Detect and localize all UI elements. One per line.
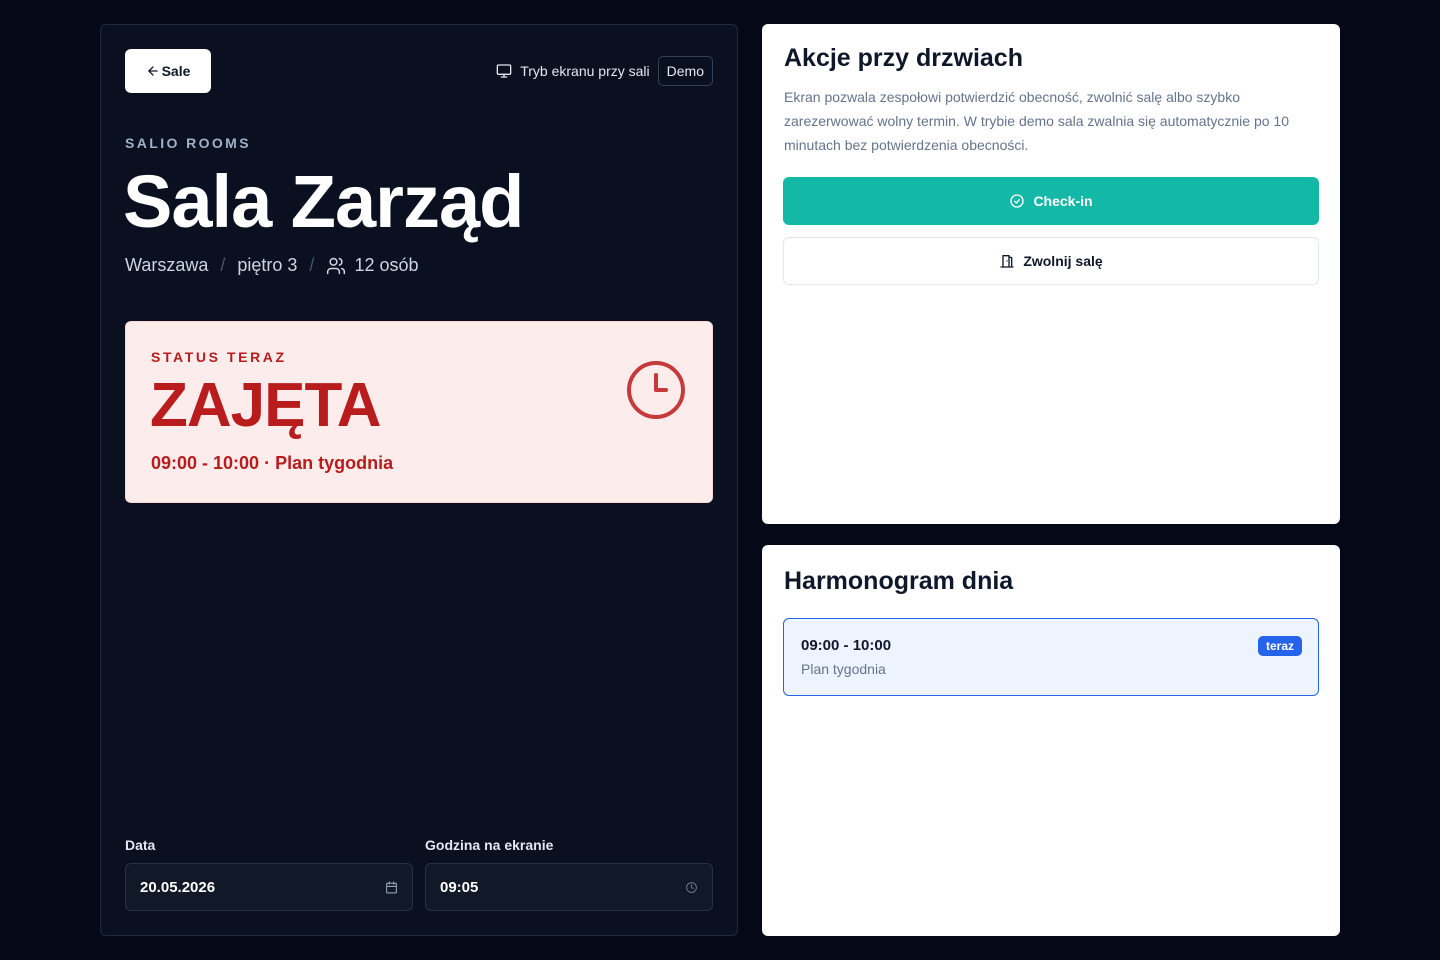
status-value: ZAJĘTA	[150, 371, 382, 440]
room-floor: piętro 3	[237, 255, 298, 275]
date-input[interactable]: 20.05.2026	[125, 863, 413, 911]
door-actions-card: Akcje przy drzwiach Ekran pozwala zespoł…	[762, 24, 1340, 524]
release-room-button[interactable]: Zwolnij salę	[783, 237, 1319, 285]
check-in-label: Check-in	[1033, 193, 1093, 209]
release-room-label: Zwolnij salę	[1023, 253, 1103, 269]
status-detail: 09:00 - 10:00 · Plan tygodnia	[151, 453, 394, 473]
actions-title: Akcje przy drzwiach	[784, 44, 1023, 72]
date-value: 20.05.2026	[140, 878, 216, 896]
door-display-page: Sale Tryb ekranu przy sali Demo SALIO RO…	[0, 0, 1440, 960]
schedule-card: Harmonogram dnia 09:00 - 10:00 Plan tygo…	[762, 545, 1340, 936]
time-value: 09:05	[440, 878, 479, 896]
meta-separator: /	[309, 255, 315, 275]
room-title: Sala Zarząd	[123, 160, 524, 243]
screen-mode-label: Tryb ekranu przy sali	[520, 63, 650, 79]
now-badge: teraz	[1257, 636, 1302, 656]
meta-separator: /	[220, 255, 226, 275]
schedule-title: Harmonogram dnia	[784, 567, 1014, 595]
actions-description: Ekran pozwala zespołowi potwierdzić obec…	[784, 89, 1289, 153]
check-in-button[interactable]: Check-in	[783, 177, 1319, 225]
back-to-rooms-button[interactable]: Sale	[125, 49, 211, 93]
room-meta: Warszawa / piętro 3 / 12 osób	[125, 255, 419, 276]
time-input[interactable]: 09:05	[425, 863, 713, 911]
brand-label: SALIO ROOMS	[125, 135, 251, 151]
calendar-icon[interactable]	[385, 881, 398, 894]
arrow-left-icon	[147, 66, 158, 76]
schedule-item-title: Plan tygodnia	[801, 661, 886, 677]
room-capacity: 12 osób	[326, 255, 419, 276]
status-label: STATUS TERAZ	[151, 349, 287, 365]
room-capacity-label: 12 osób	[354, 255, 419, 275]
demo-badge: Demo	[657, 56, 713, 86]
door-icon	[1000, 255, 1014, 268]
clock-icon	[627, 361, 685, 419]
clock-small-icon[interactable]	[685, 881, 698, 894]
monitor-icon	[496, 64, 512, 78]
users-icon	[327, 257, 346, 274]
schedule-item[interactable]: 09:00 - 10:00 Plan tygodnia teraz	[783, 618, 1319, 696]
room-status-panel: Sale Tryb ekranu przy sali Demo SALIO RO…	[100, 24, 738, 936]
date-label: Data	[125, 837, 156, 853]
schedule-item-time: 09:00 - 10:00	[801, 637, 892, 654]
screen-mode-indicator: Tryb ekranu przy sali Demo	[496, 56, 713, 86]
back-button-label: Sale	[161, 63, 191, 79]
time-label: Godzina na ekranie	[425, 837, 554, 853]
check-circle-icon	[1010, 194, 1025, 208]
status-card: STATUS TERAZ ZAJĘTA 09:00 - 10:00 · Plan…	[125, 321, 713, 503]
room-city: Warszawa	[125, 255, 209, 275]
